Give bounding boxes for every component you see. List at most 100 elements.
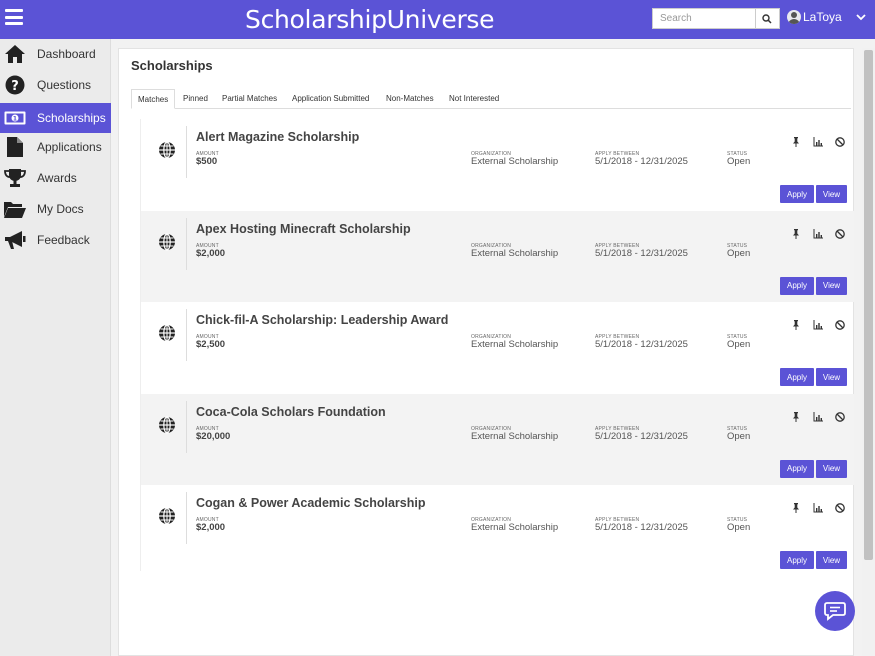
scrollbar-thumb[interactable]	[864, 50, 873, 560]
divider	[186, 492, 187, 545]
avatar	[787, 10, 801, 24]
sidebar-item-label: My Docs	[37, 202, 84, 216]
globe-icon	[158, 507, 176, 525]
sidebar-item-awards[interactable]: Awards	[0, 163, 111, 193]
question-icon: ?	[4, 74, 26, 96]
scholarship-name[interactable]: Cogan & Power Academic Scholarship	[196, 496, 425, 510]
apply-button[interactable]: Apply	[780, 276, 814, 295]
user-menu[interactable]: LaToya W	[787, 10, 866, 24]
tab-partial-matches[interactable]: Partial Matches	[216, 89, 283, 109]
view-button[interactable]: View	[816, 551, 847, 570]
amount-value: $2,500	[196, 339, 226, 351]
sidebar: Dashboard ? Questions 1 Scholarships App…	[0, 39, 111, 656]
bar-chart-icon[interactable]	[813, 409, 823, 422]
top-bar: ScholarshipUniverse LaToya W	[0, 0, 875, 39]
divider	[186, 309, 187, 362]
tab-non-matches[interactable]: Non-Matches	[380, 89, 440, 109]
organization-value: External Scholarship	[471, 522, 559, 534]
not-interested-icon[interactable]	[835, 500, 845, 514]
search-button[interactable]	[755, 9, 779, 28]
view-button[interactable]: View	[816, 185, 847, 203]
organization-value: External Scholarship	[471, 247, 559, 259]
search-box	[652, 8, 780, 29]
chevron-down-icon	[856, 13, 866, 20]
pin-icon[interactable]	[791, 500, 801, 514]
view-button[interactable]: View	[816, 368, 847, 387]
divider	[186, 400, 187, 453]
hamburger-menu-icon[interactable]	[5, 9, 23, 25]
status-value: Open	[727, 247, 751, 259]
bar-chart-icon[interactable]	[813, 226, 823, 239]
svg-text:?: ?	[11, 79, 19, 94]
globe-icon	[158, 324, 176, 342]
apply-between-value: 5/1/2018 - 12/31/2025	[595, 522, 688, 534]
pin-icon[interactable]	[791, 317, 801, 331]
not-interested-icon[interactable]	[835, 409, 845, 422]
pin-icon[interactable]	[791, 134, 801, 147]
scholarship-card: Cogan & Power Academic Scholarship Amount…	[141, 485, 854, 571]
trophy-icon	[4, 167, 26, 189]
amount-value: $20,000	[196, 430, 231, 442]
sidebar-item-label: Feedback	[37, 233, 90, 247]
view-button[interactable]: View	[816, 276, 847, 295]
bar-chart-icon[interactable]	[813, 317, 823, 330]
sidebar-item-my-docs[interactable]: My Docs	[0, 194, 111, 224]
apply-button[interactable]: Apply	[780, 551, 814, 570]
tab-application-submitted[interactable]: Application Submitted	[286, 89, 375, 109]
not-interested-icon[interactable]	[835, 317, 845, 331]
tab-matches[interactable]: Matches	[131, 89, 176, 109]
globe-icon	[158, 232, 176, 251]
scholarship-list: Alert Magazine Scholarship Amount $500 Orga…	[140, 119, 854, 571]
money-icon: 1	[4, 107, 26, 129]
scholarship-name[interactable]: Alert Magazine Scholarship	[196, 130, 359, 144]
bar-chart-icon[interactable]	[813, 500, 823, 513]
divider	[186, 126, 187, 178]
sidebar-item-scholarships[interactable]: 1 Scholarships	[0, 103, 111, 133]
scholarship-card: Alert Magazine Scholarship Amount $500 Orga…	[141, 119, 854, 210]
apply-button[interactable]: Apply	[780, 459, 814, 478]
svg-text:1: 1	[13, 115, 17, 122]
sidebar-item-label: Scholarships	[37, 111, 106, 125]
chat-icon	[824, 602, 846, 621]
apply-between-value: 5/1/2018 - 12/31/2025	[595, 430, 688, 442]
pin-icon[interactable]	[791, 409, 801, 422]
sidebar-item-label: Applications	[37, 140, 102, 154]
chat-button[interactable]	[815, 591, 855, 631]
apply-between-value: 5/1/2018 - 12/31/2025	[595, 339, 688, 351]
status-value: Open	[727, 430, 751, 442]
amount-value: $2,000	[196, 522, 226, 534]
document-icon	[4, 136, 26, 158]
amount-value: $2,000	[196, 247, 226, 259]
status-value: Open	[727, 522, 751, 534]
scrollbar[interactable]	[862, 48, 875, 656]
not-interested-icon[interactable]	[835, 134, 845, 147]
scholarship-name[interactable]: Apex Hosting Minecraft Scholarship	[196, 222, 411, 236]
apply-between-value: 5/1/2018 - 12/31/2025	[595, 247, 688, 259]
scholarship-name[interactable]: Coca-Cola Scholars Foundation	[196, 405, 386, 419]
pin-icon[interactable]	[791, 226, 801, 239]
divider	[186, 217, 187, 270]
sidebar-item-questions[interactable]: ? Questions	[0, 70, 111, 100]
tab-pinned[interactable]: Pinned	[177, 89, 214, 109]
not-interested-icon[interactable]	[835, 226, 845, 239]
view-button[interactable]: View	[816, 459, 847, 478]
search-icon	[762, 13, 772, 24]
tab-not-interested[interactable]: Not Interested	[443, 89, 505, 109]
apply-between-value: 5/1/2018 - 12/31/2025	[595, 156, 688, 167]
home-icon	[4, 43, 26, 65]
bar-chart-icon[interactable]	[813, 134, 823, 147]
organization-value: External Scholarship	[471, 339, 559, 351]
search-input[interactable]	[653, 9, 756, 28]
apply-button[interactable]: Apply	[780, 368, 814, 387]
apply-button[interactable]: Apply	[780, 185, 814, 203]
scholarship-card: Coca-Cola Scholars Foundation Amount $20,0…	[141, 393, 854, 485]
sidebar-item-feedback[interactable]: Feedback	[0, 225, 111, 255]
scholarship-name[interactable]: Chick-fil-A Scholarship: Leadership Awar…	[196, 313, 448, 327]
sidebar-item-dashboard[interactable]: Dashboard	[0, 39, 111, 69]
sidebar-item-label: Awards	[37, 171, 77, 185]
status-value: Open	[727, 339, 751, 351]
sidebar-item-label: Dashboard	[37, 47, 96, 61]
user-name: LaToya W	[803, 10, 843, 24]
sidebar-item-applications[interactable]: Applications	[0, 132, 111, 162]
app-title[interactable]: ScholarshipUniverse	[245, 5, 495, 34]
